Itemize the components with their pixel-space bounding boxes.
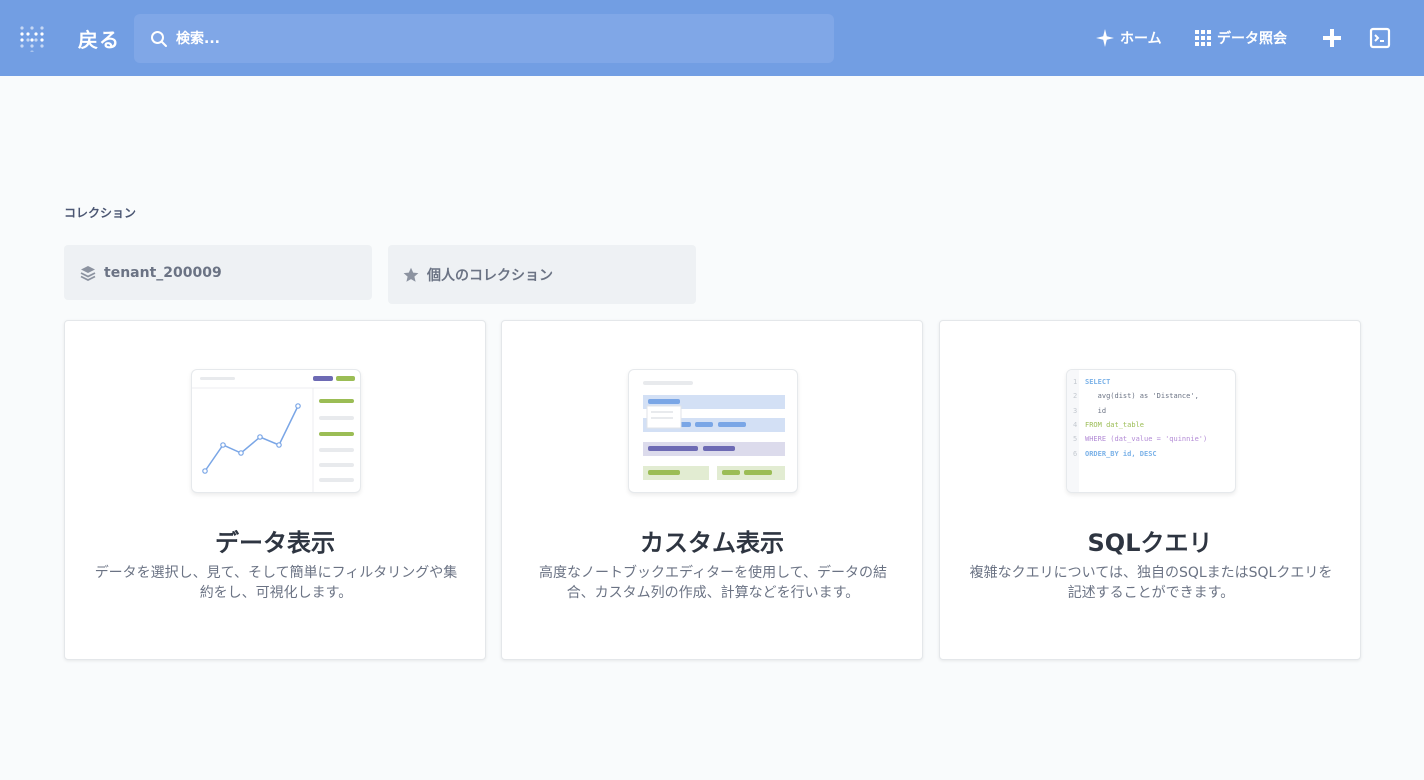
nav-home-label: ホーム <box>1120 31 1162 47</box>
card-simple-question[interactable]: データ表示 データを選択し、見て、そして簡単にフィルタリングや集約をし、可視化し… <box>64 320 486 660</box>
simple-question-illustration <box>191 369 361 493</box>
sql-code-snippet: 1 2 3 4 5 6 SELECT avg(dist) as 'Distanc… <box>1067 370 1235 492</box>
code-line-number: 4 <box>1073 420 1078 429</box>
nav-browse-data-button[interactable]: データ照会 <box>1195 27 1287 49</box>
nav-browse-data-label: データ照会 <box>1217 31 1287 47</box>
search-icon <box>151 30 167 47</box>
collection-tenant[interactable]: tenant_200009 <box>64 245 372 300</box>
sparkle-icon <box>1096 29 1114 47</box>
layers-icon <box>80 265 96 281</box>
card-simple-question-description: データを選択し、見て、そして簡単にフィルタリングや集約をし、可視化します。 <box>94 565 458 601</box>
code-line-number: 6 <box>1073 449 1078 458</box>
collections-section-title: コレクション <box>64 206 137 220</box>
collection-personal-label: 個人のコレクション <box>427 267 553 284</box>
code-line: id <box>1085 406 1107 415</box>
code-line: ORDER_BY id, DESC <box>1085 449 1157 458</box>
card-native-query-title: SQLクエリ <box>1087 529 1213 557</box>
plus-icon[interactable] <box>1320 26 1344 50</box>
grid-icon <box>1195 30 1211 46</box>
code-line-number: 5 <box>1073 435 1078 444</box>
code-line-number: 2 <box>1073 392 1078 401</box>
code-line-number: 1 <box>1073 378 1078 386</box>
star-icon <box>403 267 419 282</box>
sql-query-illustration: 1 2 3 4 5 6 SELECT avg(dist) as 'Distanc… <box>1066 369 1236 493</box>
card-custom-question[interactable]: カスタム表示 高度なノートブックエディターを使用して、データの結合、カスタム列の… <box>501 320 923 660</box>
app-logo-icon[interactable] <box>18 24 46 52</box>
collection-personal[interactable]: 個人のコレクション <box>388 245 696 304</box>
card-custom-question-title: カスタム表示 <box>640 529 784 557</box>
search-input[interactable] <box>176 23 776 54</box>
back-button[interactable]: 戻る <box>78 24 120 53</box>
nav-home-button[interactable]: ホーム <box>1096 27 1162 49</box>
code-line-number: 3 <box>1073 406 1078 415</box>
search-bar[interactable] <box>134 14 834 63</box>
code-line: FROM dat_table <box>1085 420 1145 429</box>
card-custom-question-description: 高度なノートブックエディターを使用して、データの結合、カスタム列の作成、計算など… <box>539 565 887 601</box>
sql-console-icon[interactable] <box>1368 26 1392 50</box>
top-navigation-bar: 戻る ホーム データ照会 <box>0 0 1424 76</box>
card-native-query-description: 複雑なクエリについては、独自のSQLまたはSQLクエリを記述することができます。 <box>969 565 1333 601</box>
custom-question-illustration <box>628 369 798 493</box>
card-native-query[interactable]: 1 2 3 4 5 6 SELECT avg(dist) as 'Distanc… <box>939 320 1361 660</box>
code-line: SELECT <box>1085 378 1111 386</box>
collection-tenant-label: tenant_200009 <box>104 264 222 281</box>
code-line: avg(dist) as 'Distance', <box>1085 392 1199 401</box>
card-simple-question-title: データ表示 <box>215 529 335 557</box>
code-line: WHERE (dat_value = 'quinnie') <box>1085 435 1208 444</box>
